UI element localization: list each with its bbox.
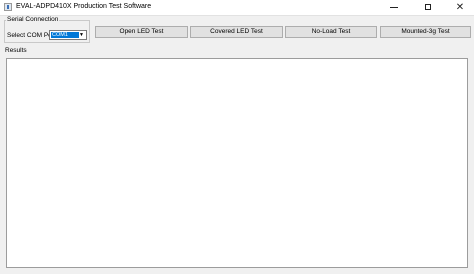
com-port-value: COM1	[51, 32, 79, 38]
title-bar: EVAL-ADPD410X Production Test Software ✕	[0, 0, 474, 16]
com-port-dropdown[interactable]: COM1 ▼	[49, 30, 87, 40]
mounted-3g-test-button[interactable]: Mounted-3g Test	[380, 26, 471, 38]
results-textbox[interactable]	[6, 58, 468, 268]
close-icon: ✕	[455, 2, 465, 13]
covered-led-test-button[interactable]: Covered LED Test	[190, 26, 283, 38]
serial-connection-title: Serial Connection	[6, 16, 60, 23]
minimize-icon	[390, 7, 398, 8]
open-led-test-button[interactable]: Open LED Test	[95, 26, 188, 38]
maximize-icon	[425, 4, 431, 10]
app-icon	[4, 3, 12, 11]
minimize-button[interactable]	[380, 0, 410, 15]
no-load-test-button[interactable]: No-Load Test	[285, 26, 377, 38]
close-button[interactable]: ✕	[445, 0, 474, 15]
chevron-down-icon[interactable]: ▼	[78, 32, 85, 38]
maximize-button[interactable]	[414, 0, 444, 15]
results-label: Results	[5, 47, 27, 54]
window-title: EVAL-ADPD410X Production Test Software	[16, 3, 152, 10]
